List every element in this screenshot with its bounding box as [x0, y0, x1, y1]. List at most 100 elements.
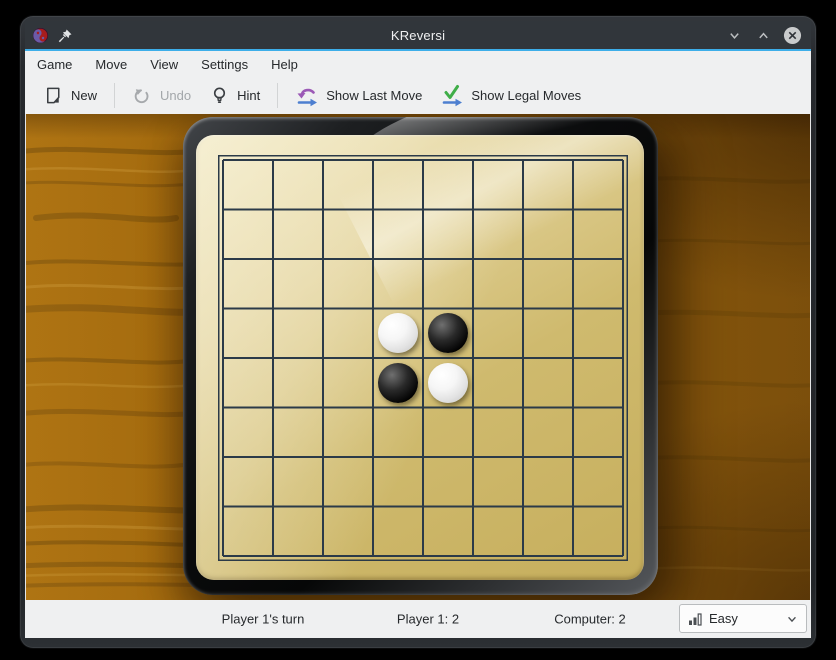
board-cell-0-7[interactable]: [573, 160, 623, 210]
hint-button-label: Hint: [237, 88, 260, 103]
board-cell-4-2[interactable]: [323, 358, 373, 408]
board-cell-1-6[interactable]: [523, 210, 573, 260]
undo-button-label: Undo: [160, 88, 191, 103]
screen: KReversi: [0, 0, 836, 660]
menu-view[interactable]: View: [142, 54, 186, 75]
board-cell-3-6[interactable]: [523, 309, 573, 359]
board-cell-5-7[interactable]: [573, 408, 623, 458]
board-cell-6-6[interactable]: [523, 457, 573, 507]
board-cell-0-3[interactable]: [373, 160, 423, 210]
menu-help[interactable]: Help: [263, 54, 306, 75]
board-cell-2-5[interactable]: [473, 259, 523, 309]
window-title: KReversi: [25, 28, 811, 43]
window-content: KReversi: [25, 21, 811, 638]
board-cell-3-2[interactable]: [323, 309, 373, 359]
board-cell-2-3[interactable]: [373, 259, 423, 309]
board-cell-7-1[interactable]: [273, 507, 323, 557]
menu-settings[interactable]: Settings: [193, 54, 256, 75]
board-cell-4-1[interactable]: [273, 358, 323, 408]
board-cell-6-3[interactable]: [373, 457, 423, 507]
board-cell-1-3[interactable]: [373, 210, 423, 260]
board-cell-2-6[interactable]: [523, 259, 573, 309]
board-grid: [218, 155, 628, 561]
new-button[interactable]: New: [34, 80, 106, 111]
undo-button[interactable]: Undo: [123, 80, 200, 111]
board-cell-4-0[interactable]: [223, 358, 273, 408]
board-cell-6-1[interactable]: [273, 457, 323, 507]
hint-button[interactable]: Hint: [200, 80, 269, 111]
piece-black-r3c4: [428, 313, 468, 353]
new-button-label: New: [71, 88, 97, 103]
board-cell-2-0[interactable]: [223, 259, 273, 309]
board-cell-7-0[interactable]: [223, 507, 273, 557]
board-cell-5-6[interactable]: [523, 408, 573, 458]
show-last-move-button[interactable]: Show Last Move: [286, 79, 431, 112]
lightbulb-icon: [209, 85, 230, 106]
last-move-arrow-icon: [295, 84, 319, 107]
board-cell-0-0[interactable]: [223, 160, 273, 210]
board-cell-5-3[interactable]: [373, 408, 423, 458]
menu-game[interactable]: Game: [29, 54, 80, 75]
board-cell-7-7[interactable]: [573, 507, 623, 557]
menu-move[interactable]: Move: [87, 54, 135, 75]
board-cell-5-5[interactable]: [473, 408, 523, 458]
minimize-button[interactable]: [724, 25, 744, 45]
board-cell-0-6[interactable]: [523, 160, 573, 210]
board-cell-6-0[interactable]: [223, 457, 273, 507]
difficulty-dropdown[interactable]: Easy: [679, 604, 807, 633]
board-cell-2-7[interactable]: [573, 259, 623, 309]
board-cell-5-4[interactable]: [423, 408, 473, 458]
board-cell-5-1[interactable]: [273, 408, 323, 458]
menubar: Game Move View Settings Help: [25, 51, 811, 77]
board-cell-0-5[interactable]: [473, 160, 523, 210]
board-cell-6-7[interactable]: [573, 457, 623, 507]
close-button[interactable]: [782, 25, 802, 45]
legal-moves-check-icon: [440, 84, 464, 107]
statusbar: Player 1's turn Player 1: 2 Computer: 2 …: [25, 600, 811, 638]
board-cell-1-2[interactable]: [323, 210, 373, 260]
kreversi-window: KReversi: [20, 16, 816, 648]
board-cell-6-4[interactable]: [423, 457, 473, 507]
show-last-move-label: Show Last Move: [326, 88, 422, 103]
toolbar: New Undo Hint: [25, 77, 811, 114]
show-legal-moves-button[interactable]: Show Legal Moves: [431, 79, 590, 112]
board-cell-7-6[interactable]: [523, 507, 573, 557]
turn-status: Player 1's turn: [222, 612, 305, 627]
board-cell-1-4[interactable]: [423, 210, 473, 260]
board-cell-5-2[interactable]: [323, 408, 373, 458]
board-cell-0-4[interactable]: [423, 160, 473, 210]
board-cell-7-5[interactable]: [473, 507, 523, 557]
board-cell-2-1[interactable]: [273, 259, 323, 309]
board-cell-1-0[interactable]: [223, 210, 273, 260]
board-cell-7-2[interactable]: [323, 507, 373, 557]
board-cell-6-5[interactable]: [473, 457, 523, 507]
board-cell-2-4[interactable]: [423, 259, 473, 309]
board-cell-7-3[interactable]: [373, 507, 423, 557]
maximize-button[interactable]: [753, 25, 773, 45]
piece-white-r3c3: [378, 313, 418, 353]
chevron-down-icon: [728, 29, 741, 42]
titlebar[interactable]: KReversi: [25, 21, 811, 49]
chevron-up-icon: [757, 29, 770, 42]
board-cell-0-2[interactable]: [323, 160, 373, 210]
board-cell-4-6[interactable]: [523, 358, 573, 408]
board-cell-3-5[interactable]: [473, 309, 523, 359]
player1-score: Player 1: 2: [397, 612, 459, 627]
board-cell-0-1[interactable]: [273, 160, 323, 210]
board-cell-2-2[interactable]: [323, 259, 373, 309]
board-cell-4-5[interactable]: [473, 358, 523, 408]
board-cell-3-0[interactable]: [223, 309, 273, 359]
piece-black-r4c3: [378, 363, 418, 403]
undo-arrow-icon: [132, 85, 153, 106]
board-cell-3-1[interactable]: [273, 309, 323, 359]
board-cell-5-0[interactable]: [223, 408, 273, 458]
difficulty-value: Easy: [709, 611, 786, 626]
board-cell-7-4[interactable]: [423, 507, 473, 557]
board-cell-6-2[interactable]: [323, 457, 373, 507]
computer-score: Computer: 2: [554, 612, 626, 627]
board-cell-3-7[interactable]: [573, 309, 623, 359]
board-cell-1-5[interactable]: [473, 210, 523, 260]
board-cell-1-7[interactable]: [573, 210, 623, 260]
board-cell-4-7[interactable]: [573, 358, 623, 408]
board-cell-1-1[interactable]: [273, 210, 323, 260]
